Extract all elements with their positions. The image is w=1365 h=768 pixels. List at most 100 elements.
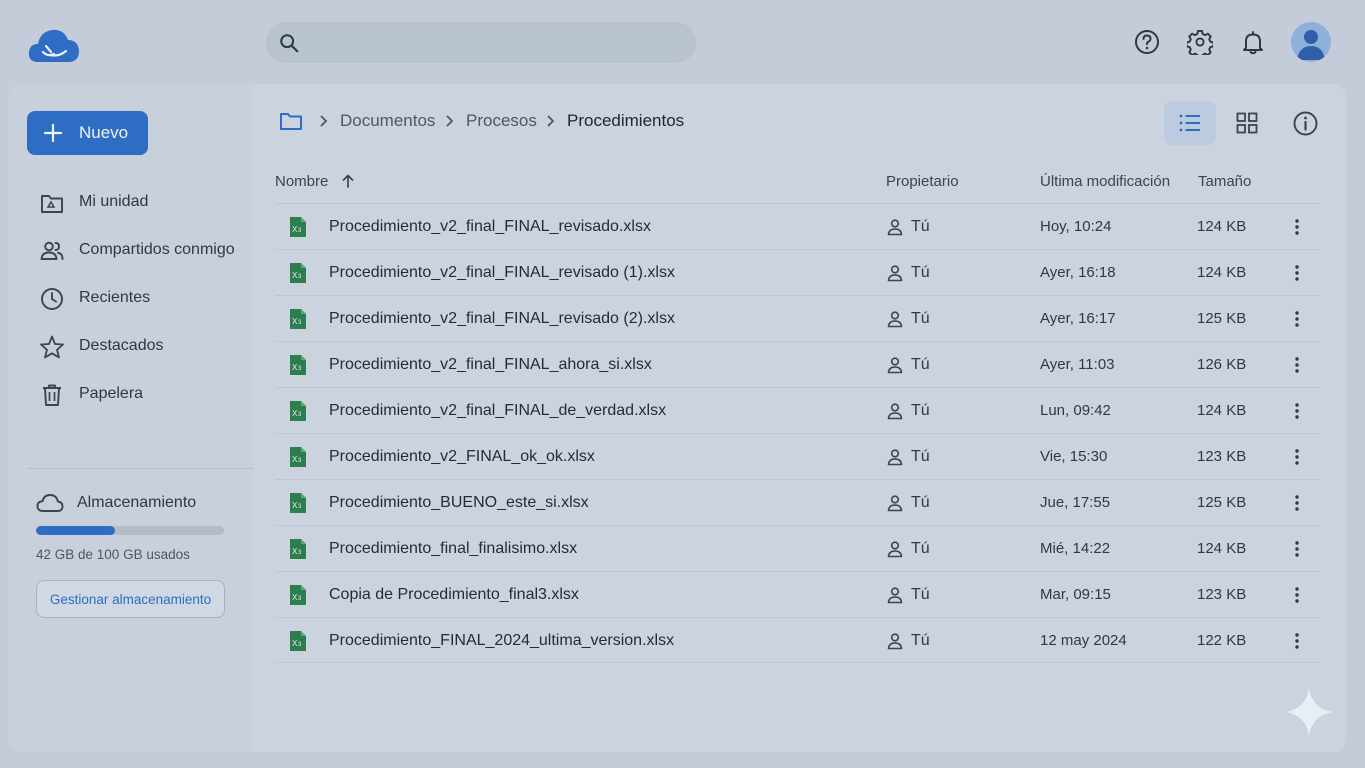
more-vert-icon[interactable] [1290, 309, 1304, 329]
table-row[interactable]: X 3 Copia de Procedimiento_final3.xlsx Tú Ma… [275, 571, 1320, 617]
excel-file-icon: X3 [290, 539, 306, 559]
user-avatar-icon [1297, 30, 1325, 60]
breadcrumb-item[interactable]: Procesos [466, 111, 537, 131]
sidebar-item-starred[interactable]: Destacados [36, 328, 246, 364]
file-owner: Tú [911, 356, 930, 373]
file-size: 123 KB [1197, 586, 1247, 603]
sidebar-item-recent[interactable]: Recientes [36, 280, 246, 316]
column-header-modified[interactable]: Última modificación [1040, 173, 1170, 190]
table-row[interactable]: X 3 Procedimiento_final_finalisimo.xlsx Tú M… [275, 525, 1320, 571]
info-icon[interactable] [1293, 111, 1318, 136]
person-icon [887, 219, 903, 236]
manage-storage-button[interactable]: Gestionar almacenamiento [36, 580, 225, 618]
sparkle-icon[interactable] [1284, 687, 1334, 737]
new-button[interactable]: Nuevo [27, 111, 148, 155]
clock-icon [41, 288, 63, 310]
excel-file-icon: X3 [290, 263, 306, 283]
file-modified: Vie, 15:30 [1040, 448, 1108, 465]
grid-view-icon[interactable] [1236, 112, 1258, 134]
sort-ascending-icon[interactable] [342, 174, 354, 188]
file-name[interactable]: Procedimiento_final_finalisimo.xlsx [329, 540, 577, 558]
more-vert-icon[interactable] [1290, 263, 1304, 283]
more-vert-icon[interactable] [1290, 631, 1304, 651]
file-modified: Hoy, 10:24 [1040, 218, 1112, 235]
column-header-name[interactable]: Nombre [275, 173, 328, 190]
file-name[interactable]: Procedimiento_v2_FINAL_ok_ok.xlsx [329, 448, 595, 466]
excel-file-icon: X3 [290, 217, 306, 237]
file-name[interactable]: Procedimiento_v2_final_FINAL_de_verdad.x… [329, 402, 666, 420]
search-bar[interactable] [266, 22, 696, 63]
table-row[interactable]: X 3 Procedimiento_v2_FINAL_ok_ok.xlsx Tú Vie… [275, 433, 1320, 479]
excel-file-icon: X3 [290, 309, 306, 329]
more-vert-icon[interactable] [1290, 585, 1304, 605]
search-icon[interactable] [278, 32, 300, 54]
person-icon [887, 495, 903, 512]
excel-file-icon: X3 [290, 447, 306, 467]
storage-progress-fill [36, 526, 115, 535]
table-row[interactable]: X 3 Procedimiento_v2_final_FINAL_revisado.… [275, 203, 1320, 249]
file-name[interactable]: Copia de Procedimiento_final3.xlsx [329, 586, 579, 604]
folder-icon[interactable] [279, 110, 303, 132]
settings-icon[interactable] [1187, 29, 1213, 55]
app-logo-icon[interactable] [26, 24, 82, 66]
sidebar-item-label: Mi unidad [79, 193, 149, 210]
file-size: 126 KB [1197, 356, 1247, 373]
file-modified: Ayer, 16:17 [1040, 310, 1116, 327]
person-icon [887, 265, 903, 282]
excel-file-icon: X3 [290, 585, 306, 605]
file-size: 122 KB [1197, 632, 1247, 649]
file-name[interactable]: Procedimiento_BUENO_este_si.xlsx [329, 494, 589, 512]
file-owner: Tú [911, 264, 930, 281]
breadcrumb-item[interactable]: Documentos [340, 111, 435, 131]
file-name[interactable]: Procedimiento_v2_final_FINAL_ahora_si.xl… [329, 356, 652, 374]
more-vert-icon[interactable] [1290, 493, 1304, 513]
file-name[interactable]: Procedimiento_v2_final_FINAL_revisado (1… [329, 264, 675, 282]
excel-file-icon: X3 [290, 401, 306, 421]
sidebar-divider [27, 468, 253, 469]
table-row[interactable]: X 3 Procedimiento_v2_final_FINAL_revisado … [275, 249, 1320, 295]
file-name[interactable]: Procedimiento_FINAL_2024_ultima_version.… [329, 632, 674, 650]
notifications-icon[interactable] [1240, 29, 1266, 55]
file-size: 124 KB [1197, 540, 1247, 557]
table-row[interactable]: X 3 Procedimiento_v2_final_FINAL_revisado … [275, 295, 1320, 341]
column-header-owner[interactable]: Propietario [886, 173, 959, 190]
person-icon [887, 403, 903, 420]
search-input[interactable] [310, 30, 680, 55]
excel-file-icon: X3 [290, 631, 306, 651]
person-icon [887, 633, 903, 650]
file-name[interactable]: Procedimiento_v2_final_FINAL_revisado (2… [329, 310, 675, 328]
avatar[interactable] [1291, 22, 1331, 62]
file-owner: Tú [911, 632, 930, 649]
file-size: 124 KB [1197, 264, 1247, 281]
more-vert-icon[interactable] [1290, 539, 1304, 559]
sidebar-item-label: Compartidos conmigo [79, 241, 235, 258]
file-name[interactable]: Procedimiento_v2_final_FINAL_revisado.xl… [329, 218, 651, 236]
list-view-icon [1179, 114, 1200, 132]
more-vert-icon[interactable] [1290, 447, 1304, 467]
help-icon[interactable] [1134, 29, 1160, 55]
table-row[interactable]: X 3 Procedimiento_BUENO_este_si.xlsx Tú Jue,… [275, 479, 1320, 525]
more-vert-icon[interactable] [1290, 401, 1304, 421]
more-vert-icon[interactable] [1290, 355, 1304, 375]
file-owner: Tú [911, 494, 930, 511]
cloud-icon [36, 494, 64, 512]
storage-label: Almacenamiento [77, 494, 197, 511]
list-view-button[interactable] [1164, 101, 1216, 145]
file-modified: Jue, 17:55 [1040, 494, 1111, 511]
plus-icon [43, 123, 63, 143]
file-owner: Tú [911, 540, 930, 557]
person-icon [887, 587, 903, 604]
sidebar-item-trash[interactable]: Papelera [36, 376, 246, 412]
table-row[interactable]: X 3 Procedimiento_v2_final_FINAL_de_verdad… [275, 387, 1320, 433]
file-modified: Ayer, 16:18 [1040, 264, 1116, 281]
file-modified: Ayer, 11:03 [1040, 356, 1115, 373]
table-row[interactable]: X 3 Procedimiento_v2_final_FINAL_ahora_si.… [275, 341, 1320, 387]
column-header-size[interactable]: Tamaño [1198, 173, 1251, 190]
table-row[interactable]: X 3 Procedimiento_FINAL_2024_ultima_versio… [275, 617, 1320, 663]
storage-used-text: 42 GB de 100 GB usados [36, 547, 190, 562]
sidebar-item-shared[interactable]: Compartidos conmigo [36, 232, 246, 268]
file-size: 124 KB [1197, 402, 1247, 419]
sidebar-item-my-drive[interactable]: Mi unidad [36, 184, 246, 220]
more-vert-icon[interactable] [1290, 217, 1304, 237]
person-icon [887, 449, 903, 466]
